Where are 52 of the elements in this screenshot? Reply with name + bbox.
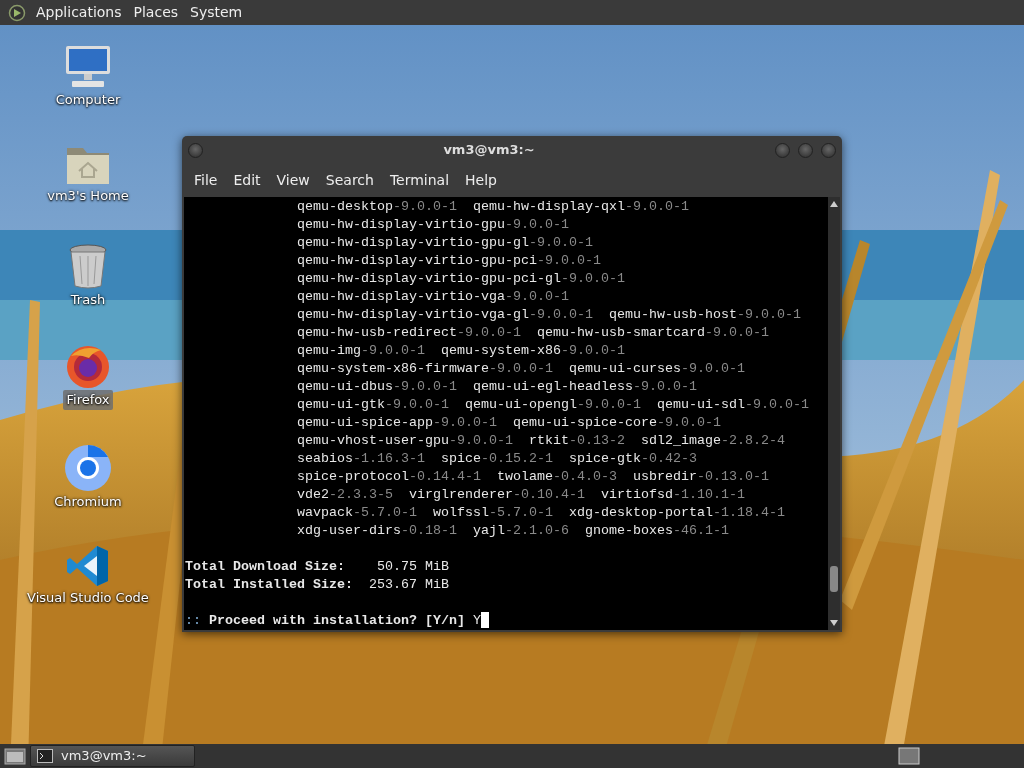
terminal-line: qemu-hw-display-virtio-gpu-pci-gl-9.0.0-1 <box>296 270 626 288</box>
scroll-down-icon[interactable] <box>830 620 838 626</box>
terminal-line: qemu-desktop-9.0.0-1 qemu-hw-display-qxl-9.0.0-1 <box>296 198 690 216</box>
scroll-thumb[interactable] <box>830 566 838 592</box>
window-menu-icon[interactable] <box>188 142 203 158</box>
desktop-icon-label[interactable]: Firefox <box>63 390 113 410</box>
terminal-line: seabios-1.16.3-1 spice-0.15.2-1 spice-gtk-0.42-3 <box>296 450 698 468</box>
terminal-line: xdg-user-dirs-0.18-1 yajl-2.1.0-6 gnome-boxes-46.1-1 <box>296 522 730 540</box>
terminal-line: qemu-hw-display-virtio-gpu-pci-9.0.0-1 <box>296 252 602 270</box>
window-title: vm3@vm3:~ <box>443 141 535 160</box>
text-cursor <box>480 612 489 628</box>
chromium-icon[interactable] <box>64 444 112 492</box>
terminal-line: qemu-ui-gtk-9.0.0-1 qemu-ui-opengl-9.0.0-1 qemu-ui-sdl-9.0.0-1 <box>296 396 810 414</box>
terminal-line: qemu-hw-usb-redirect-9.0.0-1 qemu-hw-usb-smartcard-9.0.0-1 <box>296 324 770 342</box>
terminal-line: wavpack-5.7.0-1 wolfssl-5.7.0-1 xdg-desktop-portal-1.18.4-1 <box>296 504 786 522</box>
app-menu-icon[interactable] <box>8 3 26 22</box>
firefox-icon[interactable] <box>65 344 111 390</box>
trash-icon[interactable] <box>68 244 108 290</box>
terminal-line: qemu-img-9.0.0-1 qemu-system-x86-9.0.0-1 <box>296 342 626 360</box>
scrollbar[interactable] <box>828 197 840 630</box>
minimize-button[interactable] <box>775 142 790 158</box>
terminal-line: Total Installed Size: 253.67 MiB <box>185 576 450 594</box>
terminal-icon <box>37 749 53 763</box>
menu-item[interactable]: Edit <box>225 170 269 191</box>
menu-item[interactable]: Terminal <box>381 170 458 191</box>
taskbar-window-button[interactable]: vm3@vm3:~ <box>30 745 195 767</box>
terminal-line: qemu-hw-display-virtio-gpu-gl-9.0.0-1 <box>296 234 594 252</box>
terminal-line: qemu-hw-display-virtio-vga-gl-9.0.0-1 qemu-hw-usb-host-9.0.0-1 <box>296 306 802 324</box>
terminal-line: qemu-hw-display-virtio-gpu-9.0.0-1 <box>296 216 570 234</box>
terminal-line: qemu-ui-spice-app-9.0.0-1 qemu-ui-spice-core-9.0.0-1 <box>296 414 722 432</box>
terminal-line: qemu-hw-display-virtio-vga-9.0.0-1 <box>296 288 570 306</box>
desktop-icon-label[interactable]: Visual Studio Code <box>24 588 152 608</box>
terminal-line: :: Proceed with installation? [Y/n] Y <box>185 612 481 630</box>
menu-item[interactable]: Search <box>317 170 382 191</box>
terminal-line: vde2-2.3.3-5 virglrenderer-0.10.4-1 virtiofsd-1.10.1-1 <box>296 486 746 504</box>
menu-item[interactable]: Help <box>457 170 505 191</box>
terminal-line: qemu-vhost-user-gpu-9.0.0-1 rtkit-0.13-2 sdl2_image-2.8.2-4 <box>296 432 786 450</box>
terminal-line: spice-protocol-0.14.4-1 twolame-0.4.0-3 usbredir-0.13.0-1 <box>296 468 770 486</box>
menu-item[interactable]: View <box>268 170 318 191</box>
panel-menu[interactable]: Places <box>127 2 185 23</box>
scroll-up-icon[interactable] <box>830 201 838 207</box>
terminal-line: Total Download Size: 50.75 MiB <box>185 558 450 576</box>
panel-menu[interactable]: Applications <box>30 2 128 23</box>
show-desktop-icon[interactable] <box>4 747 26 765</box>
menu-item[interactable]: File <box>186 170 226 191</box>
maximize-button[interactable] <box>798 142 813 158</box>
close-button[interactable] <box>821 142 836 158</box>
computer-icon[interactable] <box>64 44 112 90</box>
terminal-line: qemu-ui-dbus-9.0.0-1 qemu-ui-egl-headless-9.0.0-1 <box>296 378 698 396</box>
panel-menu[interactable]: System <box>184 2 249 23</box>
terminal-line: qemu-system-x86-firmware-9.0.0-1 qemu-ui-curses-9.0.0-1 <box>296 360 746 378</box>
code-editor-icon[interactable] <box>66 544 110 588</box>
